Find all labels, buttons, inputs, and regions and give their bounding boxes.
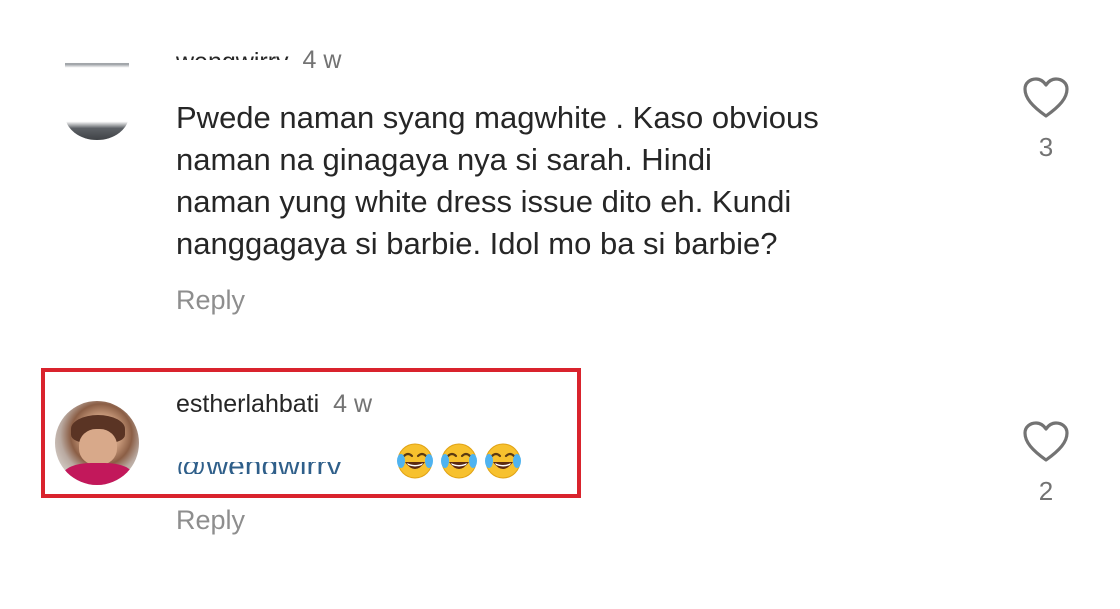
comment-text-line: Pwede naman syang magwhite . Kaso obviou… [176, 100, 819, 135]
heart-icon [1023, 77, 1069, 118]
like-button[interactable]: 2 [1020, 420, 1072, 507]
username[interactable]: wengwirry [176, 44, 289, 60]
laughing-crying-emoji-icon [397, 443, 433, 479]
comment-meta: estherlahbati 4 w [176, 390, 372, 419]
avatar[interactable] [55, 401, 139, 485]
avatar-shirt [63, 463, 133, 485]
laughing-crying-emoji-icon [441, 443, 477, 479]
mention-text[interactable]: @wengwirry [176, 462, 341, 474]
timestamp: 4 w [302, 46, 342, 74]
reply-button[interactable]: Reply [176, 505, 245, 536]
username[interactable]: estherlahbati [176, 390, 319, 418]
like-count: 2 [1038, 476, 1054, 506]
comment-text-line: naman yung white dress issue dito eh. Ku… [176, 184, 792, 219]
comment-text: Pwede naman syang magwhite . Kaso obviou… [176, 97, 819, 265]
comment-meta: wengwirry 4 w [176, 44, 341, 76]
like-button[interactable]: 3 [1020, 76, 1072, 163]
comment-text-line: naman na ginagaya nya si sarah. Hindi [176, 142, 712, 177]
heart-icon [1023, 421, 1069, 462]
reply-button[interactable]: Reply [176, 285, 245, 316]
mention[interactable]: @wengwirry [176, 448, 341, 474]
like-count: 3 [1038, 132, 1054, 162]
avatar-face [79, 429, 117, 465]
avatar[interactable] [65, 56, 129, 140]
timestamp: 4 w [333, 390, 373, 418]
laughing-crying-emoji-icon [485, 443, 521, 479]
comment-text-line: nanggagaya si barbie. Idol mo ba si barb… [176, 226, 778, 261]
